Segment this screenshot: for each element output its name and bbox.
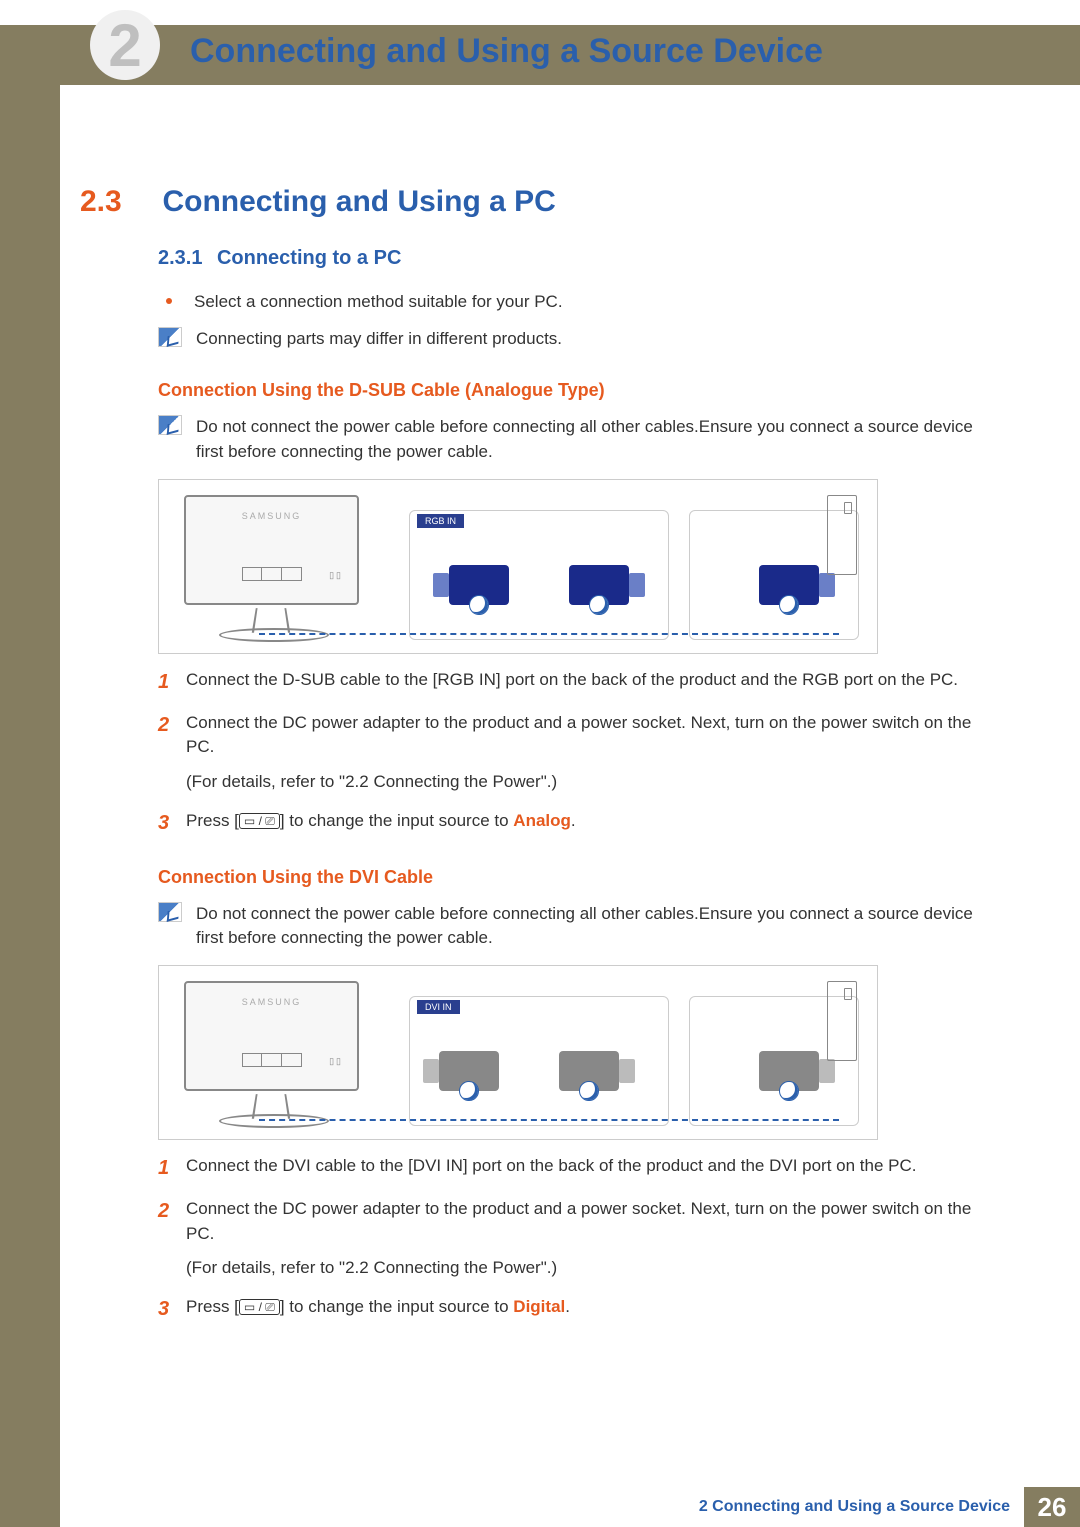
section-title: Connecting and Using a PC: [162, 185, 555, 218]
step3-post: .: [565, 1297, 570, 1316]
monitor-outline: SAMSUNG ▯▯: [184, 495, 359, 605]
dsub-diagram: SAMSUNG ▯▯ RGB IN: [158, 479, 878, 654]
bullet-icon: [166, 298, 172, 304]
dvi-port-label: DVI IN: [417, 1000, 460, 1014]
subsection-number: 2.3.1: [158, 247, 202, 269]
chapter-number: 2: [108, 11, 141, 80]
pc-tower-icon: [827, 495, 857, 575]
step-text: Connect the DC power adapter to the prod…: [186, 711, 990, 760]
rgb-port-label: RGB IN: [417, 514, 464, 528]
note-icon: [158, 415, 182, 435]
intro-bullet-text: Select a connection method suitable for …: [194, 290, 563, 315]
footer-chapter-text: 2 Connecting and Using a Source Device: [699, 1498, 1010, 1516]
monitor-ports: [242, 567, 302, 581]
source-button-icon: ▭ / ⎚: [239, 1299, 280, 1315]
pc-tower-icon: [827, 981, 857, 1061]
dvi-step-2: 2 Connect the DC power adapter to the pr…: [158, 1197, 990, 1246]
monitor-buttons-icon: ▯▯: [329, 1056, 343, 1067]
step-number: 3: [158, 1295, 186, 1324]
chapter-title: Connecting and Using a Source Device: [190, 32, 823, 71]
dvi-note-row: Do not connect the power cable before co…: [158, 902, 990, 951]
dvi-step-3: 3 Press [▭ / ⎚] to change the input sour…: [158, 1295, 990, 1324]
subsection-title: Connecting to a PC: [217, 247, 401, 269]
dsub-note-row: Do not connect the power cable before co…: [158, 415, 990, 464]
note-icon: [158, 902, 182, 922]
dvi-heading: Connection Using the DVI Cable: [158, 864, 990, 890]
intro-bullet-row: Select a connection method suitable for …: [158, 290, 990, 315]
step3-source-name: Analog: [513, 811, 571, 830]
step3-post: .: [571, 811, 576, 830]
step3-mid: ] to change the input source to: [280, 1297, 513, 1316]
dsub-step-2: 2 Connect the DC power adapter to the pr…: [158, 711, 990, 760]
dvi-step-2-detail: (For details, refer to "2.2 Connecting t…: [186, 1256, 990, 1281]
step-number: 1: [158, 1154, 186, 1183]
step-number: 1: [158, 668, 186, 697]
cable-line: [259, 633, 839, 635]
dsub-step-1: 1 Connect the D-SUB cable to the [RGB IN…: [158, 668, 990, 697]
cable-line: [259, 1119, 839, 1121]
page-footer: 2 Connecting and Using a Source Device 2…: [60, 1487, 1080, 1527]
dsub-step-3: 3 Press [▭ / ⎚] to change the input sour…: [158, 809, 990, 838]
step3-pre: Press [: [186, 811, 239, 830]
note-icon: [158, 327, 182, 347]
section-heading: 2.3 Connecting and Using a PC: [80, 185, 990, 219]
monitor-buttons-icon: ▯▯: [329, 570, 343, 581]
dsub-step-2-detail: (For details, refer to "2.2 Connecting t…: [186, 770, 990, 795]
intro-note-text: Connecting parts may differ in different…: [196, 327, 990, 352]
step3-mid: ] to change the input source to: [280, 811, 513, 830]
monitor-base: [219, 628, 329, 642]
step-text: Press [▭ / ⎚] to change the input source…: [186, 809, 990, 838]
monitor-outline: SAMSUNG ▯▯: [184, 981, 359, 1091]
dsub-heading: Connection Using the D-SUB Cable (Analog…: [158, 377, 990, 403]
chapter-number-bubble: 2: [90, 10, 160, 80]
monitor-brand: SAMSUNG: [186, 511, 357, 521]
subsection-heading: 2.3.1 Connecting to a PC: [158, 247, 990, 270]
footer-page-number: 26: [1024, 1487, 1080, 1527]
step-number: 2: [158, 711, 186, 760]
page-content: 2.3 Connecting and Using a PC 2.3.1 Conn…: [80, 185, 990, 1324]
dvi-diagram: SAMSUNG ▯▯ DVI IN: [158, 965, 878, 1140]
step-text: Connect the D-SUB cable to the [RGB IN] …: [186, 668, 990, 697]
step-text: Connect the DC power adapter to the prod…: [186, 1197, 990, 1246]
intro-note-row: Connecting parts may differ in different…: [158, 327, 990, 352]
step-number: 3: [158, 809, 186, 838]
step-text: Connect the DVI cable to the [DVI IN] po…: [186, 1154, 990, 1183]
monitor-ports: [242, 1053, 302, 1067]
monitor-brand: SAMSUNG: [186, 997, 357, 1007]
step3-pre: Press [: [186, 1297, 239, 1316]
section-number: 2.3: [80, 185, 158, 219]
dvi-step-1: 1 Connect the DVI cable to the [DVI IN] …: [158, 1154, 990, 1183]
step-number: 2: [158, 1197, 186, 1246]
dvi-note-text: Do not connect the power cable before co…: [196, 902, 990, 951]
step-text: Press [▭ / ⎚] to change the input source…: [186, 1295, 990, 1324]
step3-source-name: Digital: [513, 1297, 565, 1316]
side-accent-bar: [0, 25, 60, 1527]
dsub-note-text: Do not connect the power cable before co…: [196, 415, 990, 464]
source-button-icon: ▭ / ⎚: [239, 813, 280, 829]
monitor-base: [219, 1114, 329, 1128]
